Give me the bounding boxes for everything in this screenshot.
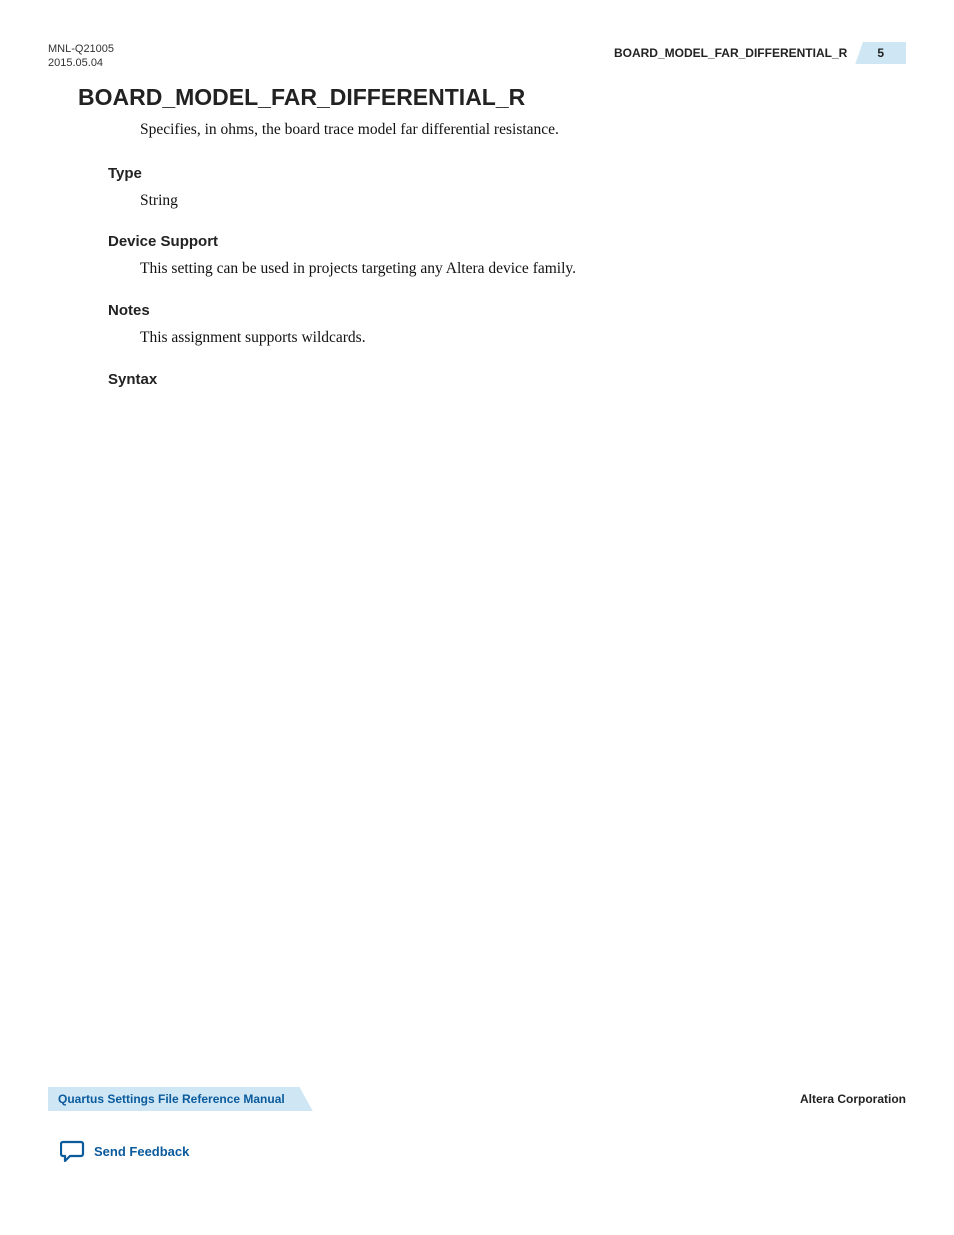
section-notes-body: This assignment supports wildcards.	[140, 327, 876, 349]
send-feedback-link[interactable]: Send Feedback	[60, 1139, 906, 1163]
manual-title-link[interactable]: Quartus Settings File Reference Manual	[48, 1087, 313, 1111]
header-right: BOARD_MODEL_FAR_DIFFERENTIAL_R 5	[614, 42, 906, 64]
section-type-body: String	[140, 190, 876, 212]
doc-id: MNL-Q21005	[48, 42, 114, 56]
running-title: BOARD_MODEL_FAR_DIFFERENTIAL_R	[614, 46, 847, 60]
company-name: Altera Corporation	[800, 1092, 906, 1106]
section-type-label: Type	[108, 165, 876, 182]
page-title: BOARD_MODEL_FAR_DIFFERENTIAL_R	[78, 84, 876, 111]
doc-meta: MNL-Q21005 2015.05.04	[48, 42, 114, 71]
send-feedback-label: Send Feedback	[94, 1144, 189, 1159]
page-number-badge: 5	[855, 42, 906, 64]
section-device-support-label: Device Support	[108, 233, 876, 250]
footer-bar: Quartus Settings File Reference Manual A…	[48, 1087, 906, 1111]
page-footer: Quartus Settings File Reference Manual A…	[48, 1087, 906, 1163]
speech-bubble-icon	[60, 1139, 86, 1163]
section-device-support-body: This setting can be used in projects tar…	[140, 258, 876, 280]
doc-date: 2015.05.04	[48, 56, 114, 70]
section-notes-label: Notes	[108, 302, 876, 319]
section-syntax-label: Syntax	[108, 371, 876, 388]
description-text: Specifies, in ohms, the board trace mode…	[140, 119, 876, 141]
page-header: MNL-Q21005 2015.05.04 BOARD_MODEL_FAR_DI…	[48, 42, 906, 71]
content-area: BOARD_MODEL_FAR_DIFFERENTIAL_R Specifies…	[78, 84, 876, 396]
